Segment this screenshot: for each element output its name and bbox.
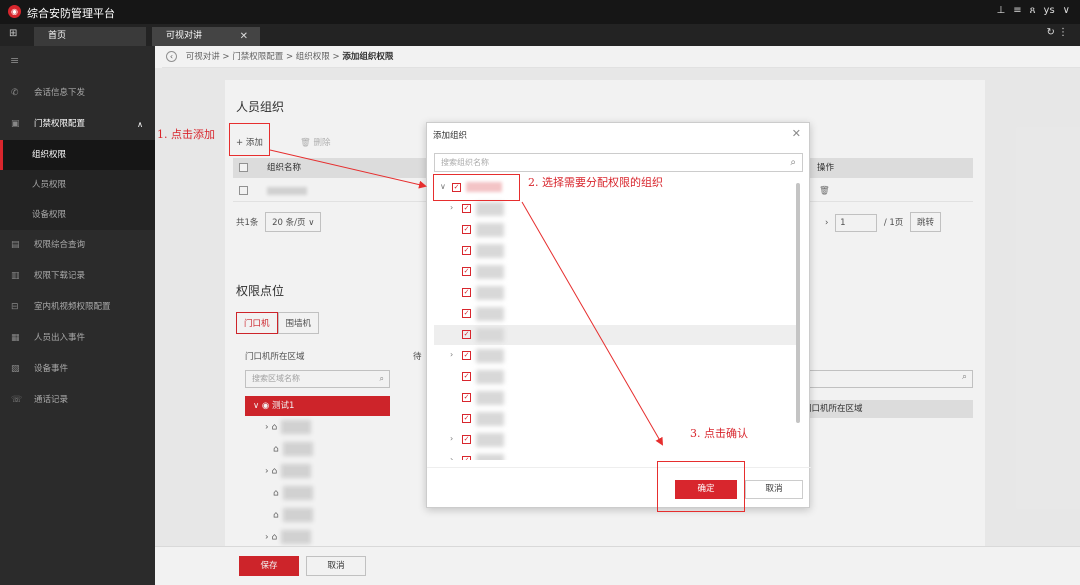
tab-home[interactable]: 首页: [34, 27, 146, 46]
sidebar-item-query[interactable]: ▤ 权限综合查询: [0, 230, 155, 261]
annotation-step3: 3. 点击确认: [690, 427, 748, 440]
tab-home-label: 首页: [48, 31, 67, 41]
checkbox-checked[interactable]: ✓: [462, 204, 471, 213]
checkbox-checked[interactable]: ✓: [462, 372, 471, 381]
annotation-step1: 1. 点击添加: [157, 128, 215, 141]
chevron-up-icon: ∧: [137, 120, 143, 129]
checkbox-checked[interactable]: ✓: [462, 225, 471, 234]
highlight-confirm: [657, 461, 745, 512]
sub-label: 组织权限: [32, 150, 67, 160]
checkbox-checked[interactable]: ✓: [462, 393, 471, 402]
sub-label: 设备权限: [32, 210, 67, 220]
stats-icon[interactable]: ⊥: [997, 5, 1006, 16]
org-tree-node[interactable]: ✓: [450, 388, 790, 408]
sidebar: ≡ ✆ 会话信息下发 ▣ 门禁权限配置 ∧ 组织权限 人员权限 设备权限 ▤ 权限综合查…: [0, 46, 155, 585]
checkbox-checked[interactable]: ✓: [462, 435, 471, 444]
call-icon: ☏: [11, 395, 23, 405]
app-logo-icon: ◉: [8, 5, 21, 18]
checkbox-checked[interactable]: ✓: [462, 309, 471, 318]
app-title: 综合安防管理平台: [27, 7, 115, 20]
close-icon[interactable]: ✕: [792, 127, 801, 140]
sidebar-item-access[interactable]: ▣ 门禁权限配置 ∧: [0, 109, 155, 140]
sidebar-subitem-person[interactable]: 人员权限: [0, 170, 155, 200]
door-icon: ▣: [11, 119, 20, 129]
sidebar-subitem-device[interactable]: 设备权限: [0, 200, 155, 230]
org-tree-node[interactable]: ✓: [450, 262, 790, 282]
menu-list-icon[interactable]: ≡: [1013, 5, 1021, 16]
checkbox-checked[interactable]: ✓: [462, 246, 471, 255]
sidebar-item-label: 人员出入事件: [34, 333, 86, 343]
top-bar: ◉ 综合安防管理平台 ⊥ ≡ ጸ ys ∨: [0, 0, 1080, 24]
sidebar-subitem-org[interactable]: 组织权限: [0, 140, 155, 170]
sub-label: 人员权限: [32, 180, 67, 190]
sidebar-item-label: 权限综合查询: [34, 240, 86, 250]
scrollbar-thumb[interactable]: [796, 183, 800, 423]
org-tree-node[interactable]: ✓: [450, 367, 790, 387]
sidebar-item-session[interactable]: ✆ 会话信息下发: [0, 78, 155, 109]
sidebar-item-device-events[interactable]: ▧ 设备事件: [0, 354, 155, 385]
close-icon[interactable]: ✕: [240, 27, 248, 46]
checkbox-checked[interactable]: ✓: [462, 288, 471, 297]
checkbox-checked[interactable]: ✓: [462, 267, 471, 276]
dialog-footer: 确定 取消: [427, 467, 811, 509]
chevron-right-icon[interactable]: ›: [450, 434, 453, 443]
tab-bar: ⊞ 首页 可视对讲 ✕ ↻ ⋮: [0, 24, 1080, 46]
org-tree-node[interactable]: › ✓: [450, 346, 790, 366]
tab-intercom[interactable]: 可视对讲 ✕: [152, 27, 260, 46]
org-search-input[interactable]: 搜索组织名称 ⌕: [434, 153, 803, 172]
device-icon: ▧: [11, 364, 20, 374]
top-icons: ⊥ ≡ ጸ ys ∨: [997, 5, 1070, 16]
org-tree-node[interactable]: ✓: [450, 220, 790, 240]
sidebar-item-label: 通话记录: [34, 395, 69, 405]
sidebar-item-label: 门禁权限配置: [34, 119, 86, 129]
chevron-down-icon[interactable]: ∨: [1063, 5, 1070, 16]
org-tree-node[interactable]: ✓: [450, 304, 790, 324]
org-tree: ∨ ✓ › ✓ ✓ ✓ ✓ ✓ ✓ ✓ › ✓ ✓ ✓ ✓ › ✓ › ✓: [434, 178, 803, 460]
refresh-icon[interactable]: ↻ ⋮: [1046, 27, 1068, 38]
sidebar-item-label: 权限下载记录: [34, 271, 86, 281]
hamburger-icon[interactable]: ≡: [10, 54, 19, 67]
checkbox-checked[interactable]: ✓: [462, 351, 471, 360]
sidebar-item-download[interactable]: ▥ 权限下载记录: [0, 261, 155, 292]
org-tree-node-hover[interactable]: ✓: [434, 325, 800, 345]
org-tree-node[interactable]: › ✓: [450, 451, 790, 460]
dialog-scrollbar[interactable]: [796, 183, 800, 423]
download-icon: ▥: [11, 271, 20, 281]
chevron-right-icon[interactable]: ›: [450, 455, 453, 460]
sidebar-item-label: 会话信息下发: [34, 88, 86, 98]
person-icon: ▦: [11, 333, 20, 343]
org-search-placeholder: 搜索组织名称: [441, 158, 489, 167]
search-icon[interactable]: ⌕: [790, 154, 796, 171]
highlight-root: [433, 174, 520, 201]
sidebar-item-video[interactable]: ⊟ 室内机视频权限配置: [0, 292, 155, 323]
sidebar-item-calls[interactable]: ☏ 通话记录: [0, 385, 155, 416]
chevron-right-icon[interactable]: ›: [450, 350, 453, 359]
sidebar-item-events[interactable]: ▦ 人员出入事件: [0, 323, 155, 354]
org-tree-node[interactable]: ✓: [450, 283, 790, 303]
phone-icon: ✆: [11, 88, 19, 98]
org-tree-node[interactable]: › ✓: [450, 199, 790, 219]
video-icon: ⊟: [11, 302, 19, 312]
dialog-cancel-button[interactable]: 取消: [745, 480, 803, 499]
apps-grid-icon[interactable]: ⊞: [9, 28, 17, 39]
chevron-right-icon[interactable]: ›: [450, 203, 453, 212]
checkbox-checked[interactable]: ✓: [462, 414, 471, 423]
user-name[interactable]: ys: [1044, 5, 1055, 16]
highlight-add: [229, 123, 270, 156]
search-doc-icon: ▤: [11, 240, 20, 250]
tab-intercom-label: 可视对讲: [166, 31, 203, 41]
org-tree-node[interactable]: ✓: [450, 241, 790, 261]
checkbox-checked[interactable]: ✓: [462, 456, 471, 460]
sidebar-item-label: 室内机视频权限配置: [34, 302, 111, 312]
dialog-title: 添加组织: [433, 131, 468, 141]
annotation-step2: 2. 选择需要分配权限的组织: [528, 176, 663, 189]
user-icon[interactable]: ጸ: [1030, 5, 1036, 16]
sidebar-item-label: 设备事件: [34, 364, 69, 374]
checkbox-checked[interactable]: ✓: [462, 330, 471, 339]
